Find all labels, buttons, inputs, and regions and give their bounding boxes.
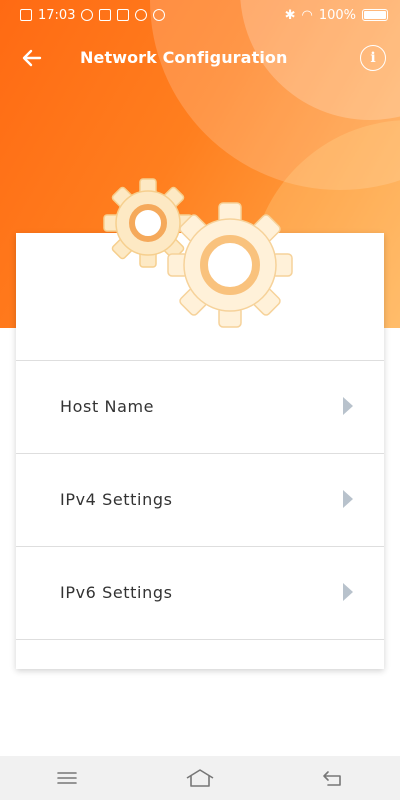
info-button[interactable]: i bbox=[360, 45, 386, 71]
status-time: 17:03 bbox=[38, 7, 76, 23]
app-icon bbox=[117, 9, 130, 21]
nav-menu-button[interactable] bbox=[47, 763, 87, 793]
signal-icon bbox=[81, 9, 94, 21]
menu-item-host-name[interactable]: Host Name bbox=[16, 361, 384, 454]
menu-item-label: Host Name bbox=[60, 397, 155, 416]
wifi-icon: ◠ bbox=[301, 7, 313, 23]
check-icon bbox=[153, 9, 166, 21]
chevron-right-icon bbox=[343, 490, 353, 508]
app-bar: Network Configuration i bbox=[0, 38, 400, 78]
status-left: 17:03 bbox=[20, 7, 166, 23]
clipboard-icon bbox=[99, 9, 112, 21]
menu-icon bbox=[56, 772, 77, 784]
system-nav-bar bbox=[0, 756, 400, 800]
menu-item-label: IPv6 Settings bbox=[60, 583, 173, 602]
status-bar: 17:03 ✱ ◠ 100% bbox=[0, 0, 400, 30]
battery-percent: 100% bbox=[318, 7, 356, 23]
bluetooth-icon: ✱ bbox=[284, 7, 296, 23]
chevron-right-icon bbox=[343, 397, 353, 415]
menu-item-ipv4-settings[interactable]: IPv4 Settings bbox=[16, 454, 384, 547]
page-title: Network Configuration bbox=[80, 48, 288, 67]
gears-icon bbox=[103, 178, 293, 328]
chevron-right-icon bbox=[343, 583, 353, 601]
menu-item-ipv6-settings[interactable]: IPv6 Settings bbox=[16, 547, 384, 640]
nav-home-button[interactable] bbox=[180, 763, 220, 793]
usb-icon bbox=[135, 9, 148, 21]
back-button[interactable] bbox=[18, 46, 46, 70]
nav-back-button[interactable] bbox=[313, 763, 353, 793]
status-right: ✱ ◠ 100% bbox=[285, 8, 388, 23]
back-icon bbox=[323, 771, 342, 786]
menu-item-label: IPv4 Settings bbox=[60, 490, 173, 509]
info-icon: i bbox=[370, 50, 376, 66]
notification-icon bbox=[20, 9, 32, 21]
arrow-left-icon bbox=[22, 49, 42, 67]
battery-icon bbox=[362, 9, 388, 21]
screen: 17:03 ✱ ◠ 100% Network Configuration i H… bbox=[0, 0, 400, 800]
home-icon bbox=[186, 769, 214, 787]
